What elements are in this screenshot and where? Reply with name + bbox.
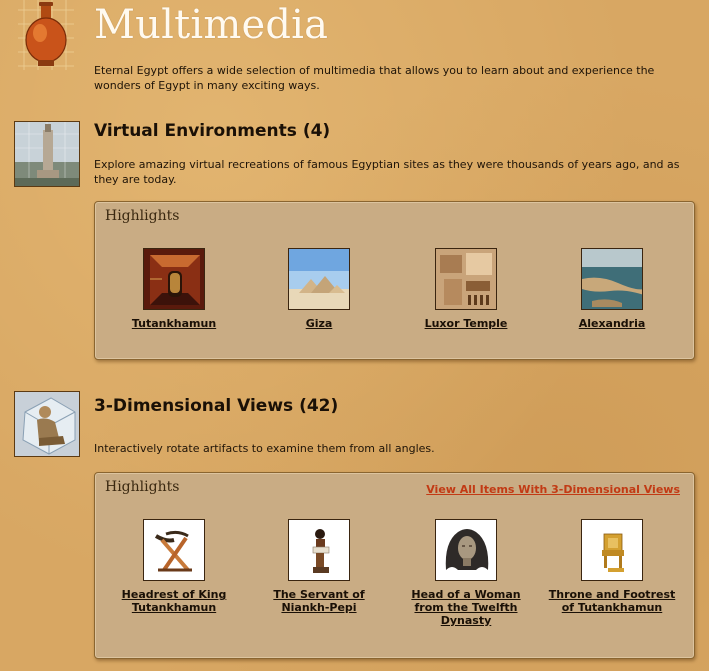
view-all-3d-views-link[interactable]: View All Items With 3-Dimensional Views	[426, 483, 680, 496]
highlights-panel-virtual-environments: Highlights Tutankhamun Giza Luxor Temple…	[94, 201, 695, 360]
throne-thumbnail[interactable]	[581, 519, 643, 581]
lantern-vase-icon	[18, 0, 74, 70]
highlight-label[interactable]: Head of a Woman from the Twelfth Dynasty	[401, 588, 531, 627]
section-description-3d-views: Interactively rotate artifacts to examin…	[94, 442, 435, 455]
highlight-item-luxor-temple[interactable]: Luxor Temple	[401, 248, 531, 330]
multimedia-page: Multimedia Eternal Egypt offers a wide s…	[0, 0, 709, 671]
coastline-thumbnail[interactable]	[581, 248, 643, 310]
highlights-title: Highlights	[105, 479, 180, 495]
lighthouse-thumbnail[interactable]	[14, 121, 80, 187]
temple-aerial-thumbnail[interactable]	[435, 248, 497, 310]
highlights-title: Highlights	[105, 208, 180, 224]
page-intro: Eternal Egypt offers a wide selection of…	[94, 64, 655, 92]
highlight-label[interactable]: Giza	[254, 317, 384, 330]
highlights-panel-3d-views: Highlights View All Items With 3-Dimensi…	[94, 472, 695, 659]
highlight-item-servant[interactable]: The Servant of Niankh-Pepi	[254, 519, 384, 614]
highlight-label[interactable]: The Servant of Niankh-Pepi	[254, 588, 384, 614]
highlight-item-alexandria[interactable]: Alexandria	[547, 248, 677, 330]
section-title-virtual-environments: Virtual Environments (4)	[94, 121, 331, 141]
woman-head-thumbnail[interactable]	[435, 519, 497, 581]
page-title: Multimedia	[94, 2, 329, 48]
servant-statue-thumbnail[interactable]	[288, 519, 350, 581]
highlight-label[interactable]: Alexandria	[547, 317, 677, 330]
section-description-virtual-environments: Explore amazing virtual recreations of f…	[94, 158, 680, 186]
highlight-item-head-of-woman[interactable]: Head of a Woman from the Twelfth Dynasty	[401, 519, 531, 627]
statue-3d-thumbnail[interactable]	[14, 391, 80, 457]
pyramids-thumbnail[interactable]	[288, 248, 350, 310]
highlight-label[interactable]: Tutankhamun	[109, 317, 239, 330]
highlight-item-throne[interactable]: Throne and Footrest of Tutankhamun	[547, 519, 677, 614]
tomb-interior-thumbnail[interactable]	[143, 248, 205, 310]
highlight-item-giza[interactable]: Giza	[254, 248, 384, 330]
headrest-thumbnail[interactable]	[143, 519, 205, 581]
highlight-item-tutankhamun[interactable]: Tutankhamun	[109, 248, 239, 330]
highlight-label[interactable]: Luxor Temple	[401, 317, 531, 330]
section-title-3d-views: 3-Dimensional Views (42)	[94, 396, 339, 416]
highlight-item-headrest[interactable]: Headrest of King Tutankhamun	[109, 519, 239, 614]
highlight-label[interactable]: Headrest of King Tutankhamun	[109, 588, 239, 614]
highlight-label[interactable]: Throne and Footrest of Tutankhamun	[547, 588, 677, 614]
